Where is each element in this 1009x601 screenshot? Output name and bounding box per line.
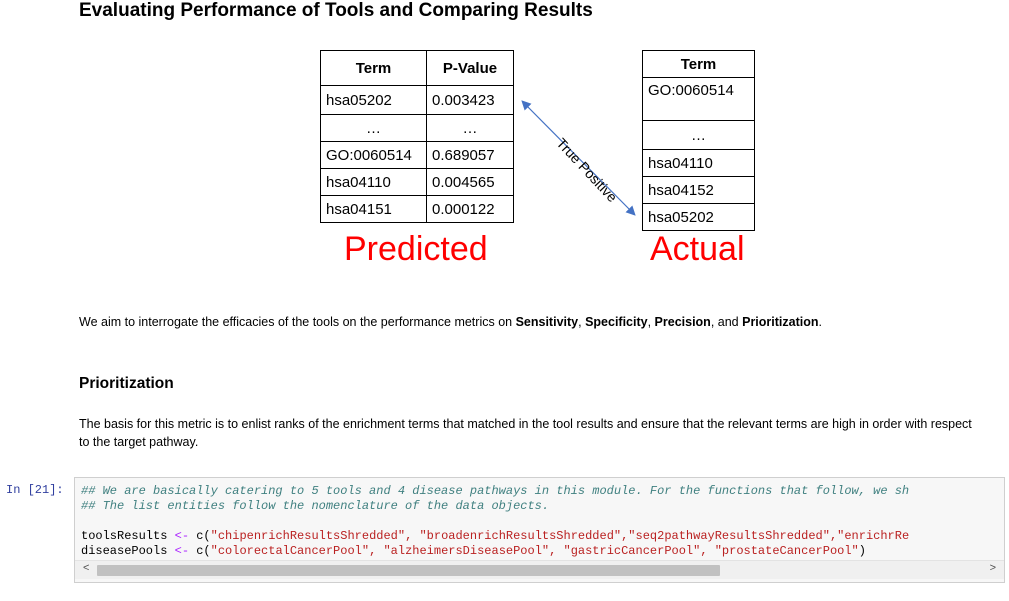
code-operator: <- — [167, 544, 197, 558]
metric-prioritization: Prioritization — [742, 315, 819, 329]
predicted-cell: 0.003423 — [426, 85, 514, 115]
predicted-cell: hsa04151 — [320, 195, 427, 223]
code-var: toolsResults — [81, 529, 168, 543]
horizontal-scrollbar[interactable]: < > — [75, 560, 1004, 579]
actual-cell: hsa04152 — [642, 176, 755, 204]
notebook-page: { "heading": "Evaluating Performance of … — [0, 0, 1009, 601]
page-title: Evaluating Performance of Tools and Comp… — [79, 0, 593, 21]
actual-cell: hsa05202 — [642, 203, 755, 231]
code-comment: ## We are basically catering to 5 tools … — [81, 484, 910, 498]
code-strings: "chipenrichResultsShredded", "broadenric… — [210, 529, 910, 543]
intro-sep: , and — [710, 315, 743, 329]
predicted-cell: hsa05202 — [320, 85, 427, 115]
predicted-cell: 0.689057 — [426, 141, 514, 169]
predicted-label: Predicted — [344, 230, 488, 268]
intro-text: We aim to interrogate the efficacies of … — [79, 315, 516, 329]
code-operator: <- — [167, 529, 197, 543]
actual-cell: … — [642, 120, 755, 150]
code-close: ) — [858, 544, 866, 558]
intro-paragraph: We aim to interrogate the efficacies of … — [79, 313, 822, 331]
metric-precision: Precision — [654, 315, 711, 329]
code-func: c( — [196, 544, 211, 558]
actual-cell: GO:0060514 — [642, 77, 755, 121]
section-text: The basis for this metric is to enlist r… — [79, 417, 972, 449]
predicted-cell: hsa04110 — [320, 168, 427, 196]
intro-sep: , — [647, 315, 655, 329]
actual-cell: hsa04110 — [642, 149, 755, 177]
code-cell[interactable]: ## We are basically catering to 5 tools … — [74, 477, 1005, 583]
code-editor[interactable]: ## We are basically catering to 5 tools … — [81, 484, 909, 559]
predicted-cell: GO:0060514 — [320, 141, 427, 169]
predicted-cell: … — [426, 114, 514, 142]
scrollbar-thumb[interactable] — [97, 565, 720, 576]
scroll-left-icon[interactable]: < — [83, 562, 89, 574]
intro-sep: . — [818, 315, 822, 329]
metric-sensitivity: Sensitivity — [515, 315, 579, 329]
predicted-table: Term P-Value hsa05202 0.003423 … … GO:00… — [320, 50, 514, 223]
code-func: c( — [196, 529, 211, 543]
actual-header-term: Term — [642, 50, 755, 78]
cell-prompt: In [21]: — [6, 483, 64, 497]
actual-label: Actual — [650, 230, 745, 268]
code-var: diseasePools — [81, 544, 168, 558]
predicted-cell: 0.004565 — [426, 168, 514, 196]
predicted-header-term: Term — [320, 50, 427, 86]
code-comment: ## The list entities follow the nomencla… — [81, 499, 550, 513]
code-strings: "colorectalCancerPool", "alzheimersDisea… — [210, 544, 859, 558]
section-title: Prioritization — [79, 375, 174, 392]
scroll-right-icon[interactable]: > — [990, 562, 996, 574]
predicted-cell: … — [320, 114, 427, 142]
actual-table: Term GO:0060514 … hsa04110 hsa04152 hsa0… — [642, 50, 755, 231]
predicted-cell: 0.000122 — [426, 195, 514, 223]
metric-specificity: Specificity — [585, 315, 648, 329]
predicted-header-pvalue: P-Value — [426, 50, 514, 86]
